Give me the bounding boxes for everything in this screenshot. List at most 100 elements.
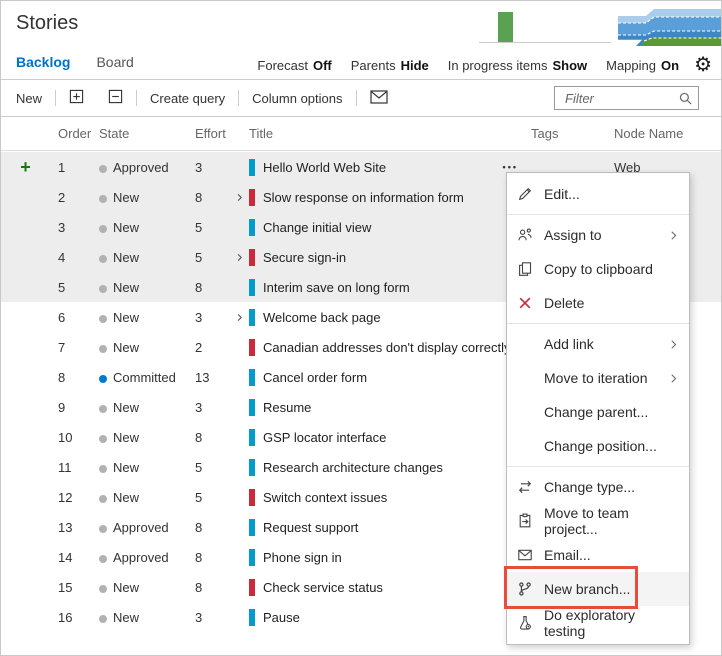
- menu-item-delete[interactable]: Delete: [507, 286, 689, 320]
- move-project-icon: [517, 513, 533, 529]
- column-header-title[interactable]: Title: [230, 126, 523, 141]
- menu-item-do-exploratory-testing[interactable]: Do exploratory testing: [507, 606, 689, 640]
- work-item-title[interactable]: Cancel order form: [263, 370, 367, 385]
- plus-box-icon: [69, 89, 84, 107]
- menu-item-label: Copy to clipboard: [544, 261, 653, 277]
- menu-item-label: Do exploratory testing: [544, 607, 636, 639]
- filter-box: [554, 86, 699, 110]
- work-item-title[interactable]: Pause: [263, 610, 300, 625]
- expand-chevron-icon[interactable]: [230, 313, 249, 322]
- tab-backlog[interactable]: Backlog: [16, 54, 70, 70]
- more-actions-button[interactable]: •••: [503, 162, 518, 172]
- work-item-title[interactable]: Resume: [263, 400, 311, 415]
- settings-gear-button[interactable]: ⚙: [694, 55, 712, 75]
- order-cell: 5: [58, 279, 66, 295]
- work-item-title[interactable]: Check service status: [263, 580, 383, 595]
- menu-item-move-to-team-project[interactable]: Move to team project...: [507, 504, 689, 538]
- menu-item-label: Move to iteration: [544, 370, 648, 386]
- toggle-forecast[interactable]: Forecast Off: [257, 58, 331, 73]
- toggle-parents[interactable]: Parents Hide: [351, 58, 429, 73]
- expand-chevron-icon[interactable]: [230, 193, 249, 202]
- work-item-title[interactable]: Slow response on information form: [263, 190, 464, 205]
- work-item-title[interactable]: Interim save on long form: [263, 280, 410, 295]
- menu-item-move-to-iteration[interactable]: Move to iteration: [507, 361, 689, 395]
- column-header-order[interactable]: Order: [50, 126, 91, 141]
- order-cell: 15: [58, 579, 73, 595]
- work-item-title[interactable]: Request support: [263, 520, 358, 535]
- menu-item-add-link[interactable]: Add link: [507, 327, 689, 361]
- order-cell: 6: [58, 309, 66, 325]
- velocity-chart-thumbnail[interactable]: [479, 6, 611, 49]
- toggle-in-progress-items[interactable]: In progress items Show: [448, 58, 587, 73]
- add-item-button[interactable]: +: [20, 157, 31, 177]
- toggle-label: In progress items: [447, 57, 548, 73]
- work-item-title[interactable]: Welcome back page: [263, 310, 381, 325]
- state-cell: New: [91, 400, 187, 415]
- menu-item-email[interactable]: Email...: [507, 538, 689, 572]
- change-type-icon: [517, 479, 533, 495]
- work-item-title[interactable]: Phone sign in: [263, 550, 342, 565]
- work-item-title[interactable]: Change initial view: [263, 220, 371, 235]
- menu-item-edit[interactable]: Edit...: [507, 177, 689, 211]
- expand-chevron-icon[interactable]: [230, 253, 249, 262]
- toggle-mapping[interactable]: Mapping On: [606, 58, 679, 73]
- menu-item-change-type[interactable]: Change type...: [507, 470, 689, 504]
- view-toggles: Forecast Off Parents Hide In progress items S…: [257, 58, 679, 73]
- state-label: New: [113, 609, 140, 625]
- column-options-button[interactable]: Column options: [252, 91, 342, 106]
- state-cell: New: [91, 430, 187, 445]
- state-dot-icon: [99, 434, 107, 443]
- column-header-state[interactable]: State: [91, 126, 187, 141]
- search-icon[interactable]: [678, 91, 693, 106]
- work-item-title[interactable]: Research architecture changes: [263, 460, 443, 475]
- title-cell: Hello World Web Site •••: [230, 158, 523, 176]
- effort-cell: 13: [195, 369, 210, 385]
- work-item-title[interactable]: GSP locator interface: [263, 430, 386, 445]
- work-item-title[interactable]: Canadian addresses don't display correct…: [263, 340, 510, 355]
- work-item-title[interactable]: Switch context issues: [263, 490, 387, 505]
- menu-item-new-branch[interactable]: New branch...: [507, 572, 689, 606]
- column-header-tags[interactable]: Tags: [523, 126, 606, 141]
- work-item-title[interactable]: Hello World Web Site: [263, 160, 386, 175]
- column-header-node-name[interactable]: Node Name: [606, 126, 721, 141]
- test-flask-icon: [517, 615, 533, 631]
- toolbar: New Create query Column options: [1, 80, 721, 117]
- title-cell: Resume: [230, 398, 523, 416]
- new-button[interactable]: New: [16, 91, 42, 106]
- cumulative-flow-chart-thumbnail[interactable]: [618, 5, 721, 51]
- menu-item-change-position[interactable]: Change position...: [507, 429, 689, 463]
- tab-board[interactable]: Board: [96, 54, 133, 70]
- filter-input[interactable]: [563, 89, 678, 107]
- order-cell: 8: [58, 369, 66, 385]
- menu-item-change-parent[interactable]: Change parent...: [507, 395, 689, 429]
- email-icon: [517, 547, 533, 563]
- work-item-type-bar: [249, 398, 255, 416]
- menu-item-label: Change parent...: [544, 404, 649, 420]
- title-cell: Cancel order form: [230, 368, 523, 386]
- work-item-type-bar: [249, 608, 255, 626]
- state-label: New: [113, 309, 140, 325]
- toggle-value: Off: [312, 57, 332, 73]
- order-cell: 2: [58, 189, 66, 205]
- menu-item-label: Assign to: [544, 227, 602, 243]
- menu-item-copy-to-clipboard[interactable]: Copy to clipboard: [507, 252, 689, 286]
- state-cell: New: [91, 610, 187, 625]
- submenu-chevron-icon: [668, 339, 679, 350]
- create-query-button[interactable]: Create query: [150, 91, 225, 106]
- table-header: Order State Effort Title Tags Node Name: [1, 117, 721, 151]
- column-header-effort[interactable]: Effort: [187, 126, 230, 141]
- work-item-type-bar: [249, 368, 255, 386]
- work-item-type-bar: [249, 278, 255, 296]
- collapse-items-button[interactable]: [108, 89, 123, 107]
- title-cell: Change initial view: [230, 218, 523, 236]
- expand-items-button[interactable]: [69, 89, 84, 107]
- title-cell: Slow response on information form: [230, 188, 523, 206]
- state-label: New: [113, 279, 140, 295]
- menu-item-label: Move to team project...: [544, 505, 629, 537]
- effort-cell: 5: [195, 459, 203, 475]
- email-query-button[interactable]: [369, 89, 388, 107]
- work-item-type-bar: [249, 158, 255, 176]
- work-item-title[interactable]: Secure sign-in: [263, 250, 346, 265]
- effort-cell: 8: [195, 429, 203, 445]
- menu-item-assign-to[interactable]: Assign to: [507, 218, 689, 252]
